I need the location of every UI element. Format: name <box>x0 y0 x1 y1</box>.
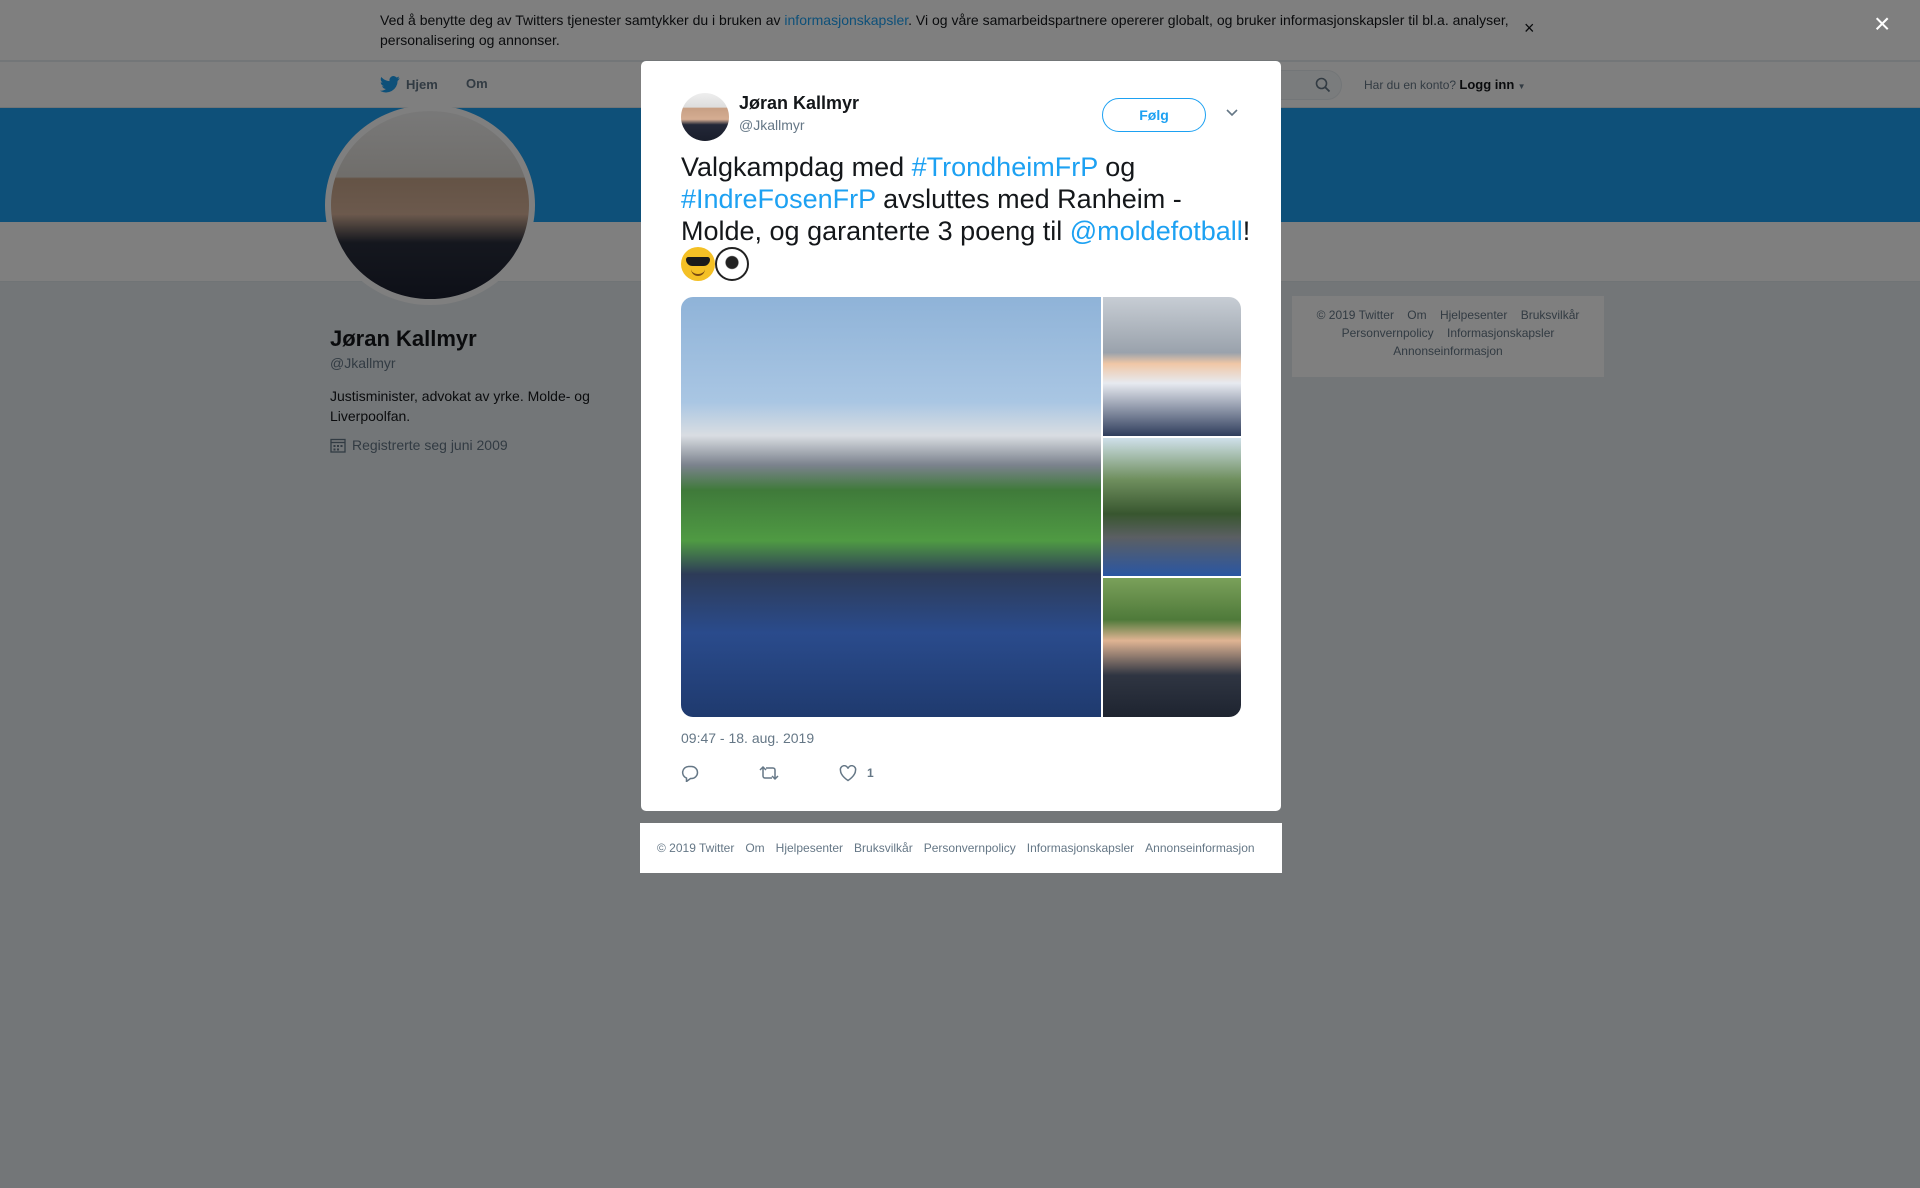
tweet-photo-outdoor[interactable] <box>1103 438 1241 576</box>
tweet-timestamp[interactable]: 09:47 - 18. aug. 2019 <box>681 730 814 746</box>
tweet-text: Valgkampdag med #TrondheimFrP og #IndreF… <box>681 151 1251 281</box>
like-count: 1 <box>867 766 874 780</box>
hashtag-link[interactable]: #TrondheimFrP <box>912 152 1098 182</box>
tweet-modal: Jøran Kallmyr @Jkallmyr Følg Valgkampdag… <box>641 61 1281 811</box>
tweet-text-part: ! <box>1242 216 1251 246</box>
tweet-media-grid <box>681 297 1241 717</box>
footer-link-privacy[interactable]: Personvernpolicy <box>924 841 1016 855</box>
tweet-text-part: Valgkampdag med <box>681 152 912 182</box>
heart-icon <box>839 764 857 781</box>
tweet-actions: 1 <box>681 761 934 785</box>
retweet-button[interactable] <box>759 764 779 782</box>
footer-link-terms[interactable]: Bruksvilkår <box>854 841 913 855</box>
modal-footer: © 2019 Twitter Om Hjelpesenter Bruksvilk… <box>640 823 1282 873</box>
sunglasses-emoji-icon <box>681 247 715 281</box>
footer-link-help[interactable]: Hjelpesenter <box>776 841 843 855</box>
tweet-photo-stadium[interactable] <box>681 297 1101 717</box>
tweet-photo-portrait[interactable] <box>1103 578 1241 717</box>
tweet-photo-selfie[interactable] <box>1103 297 1241 436</box>
like-button[interactable]: 1 <box>839 764 874 782</box>
hashtag-link[interactable]: #IndreFosenFrP <box>681 184 876 214</box>
chevron-down-icon[interactable] <box>1225 105 1239 119</box>
footer-link-ads[interactable]: Annonseinformasjon <box>1145 841 1254 855</box>
tweet-author-handle[interactable]: @Jkallmyr <box>739 117 805 133</box>
soccer-ball-emoji-icon <box>715 247 749 281</box>
tweet-author-name[interactable]: Jøran Kallmyr <box>739 93 859 114</box>
follow-button[interactable]: Følg <box>1102 98 1206 132</box>
footer-link-cookies[interactable]: Informasjonskapsler <box>1027 841 1134 855</box>
tweet-text-part: og <box>1097 152 1136 182</box>
tweet-author-avatar[interactable] <box>681 93 729 141</box>
close-icon[interactable]: × <box>1874 10 1890 38</box>
retweet-icon <box>759 765 779 781</box>
mention-link[interactable]: @moldefotball <box>1070 216 1243 246</box>
footer-link-about[interactable]: Om <box>745 841 764 855</box>
reply-button[interactable] <box>681 764 699 782</box>
reply-icon <box>681 765 699 782</box>
footer-copyright: © 2019 Twitter <box>657 841 735 855</box>
